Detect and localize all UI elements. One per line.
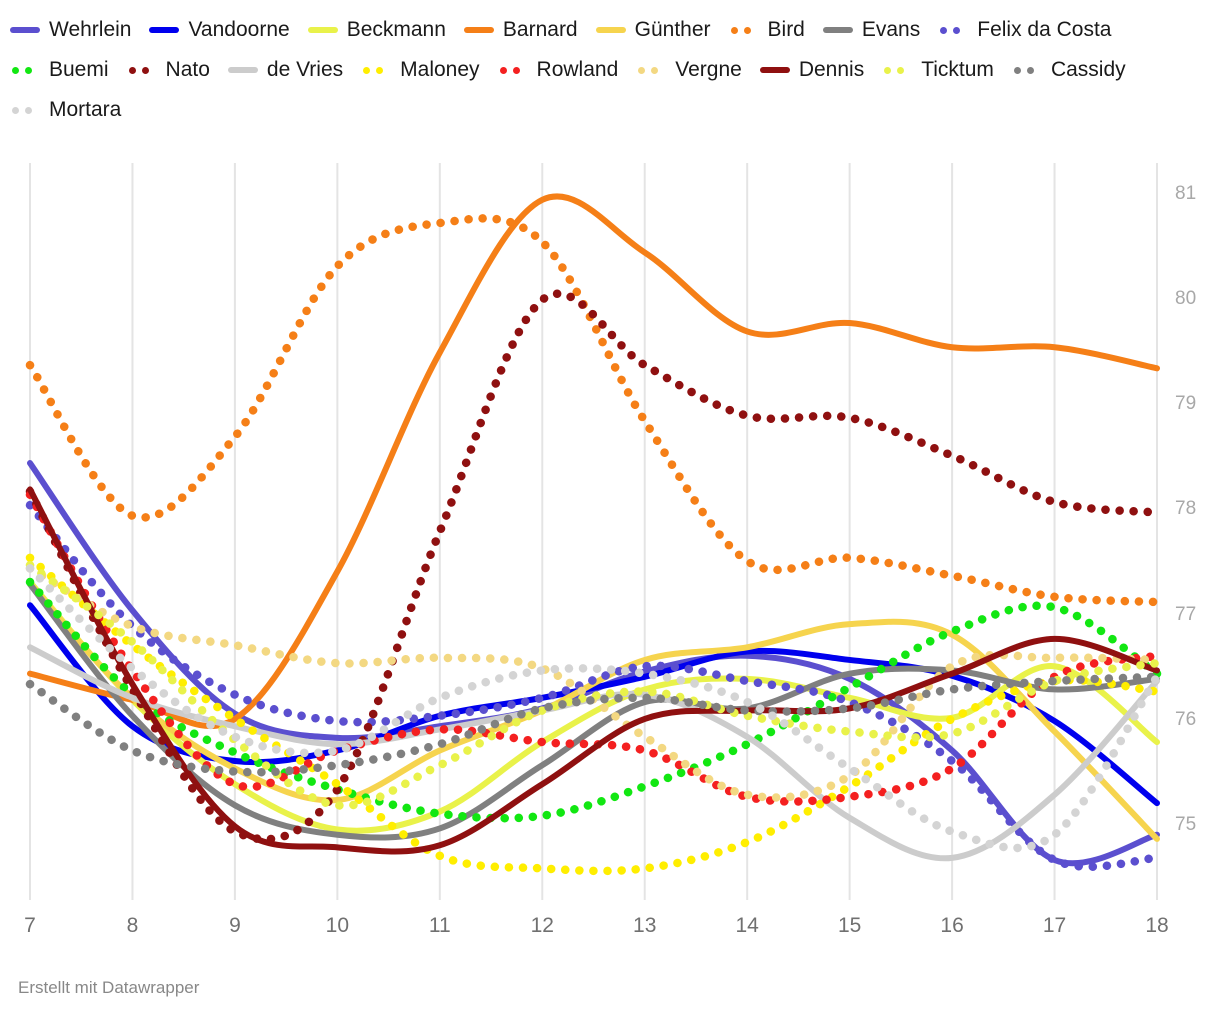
x-axis-tick-9: 9 [229, 914, 241, 937]
x-axis-tick-10: 10 [325, 914, 350, 937]
legend-item-label: Vergne [675, 58, 742, 81]
x-axis-tick-12: 12 [530, 914, 554, 937]
legend-swatch-dots-icon [498, 66, 528, 74]
legend-swatch-line-icon [10, 27, 40, 33]
legend-item-vergne[interactable]: Vergne [636, 50, 742, 90]
legend-item-vandoorne[interactable]: Vandoorne [149, 10, 290, 50]
legend-swatch-line-icon [227, 67, 258, 73]
legend-item-label: Beckmann [346, 18, 446, 41]
legend-item-beckmann[interactable]: Beckmann [307, 10, 446, 50]
legend-item-label: Dennis [798, 58, 865, 81]
chart-footer: Erstellt mit Datawrapper [18, 978, 200, 997]
x-axis-tick-16: 16 [940, 914, 964, 937]
legend-item-ticktum[interactable]: Ticktum [882, 50, 994, 90]
legend-item-label: Barnard [502, 18, 578, 41]
legend-item-nato[interactable]: Nato [127, 50, 210, 90]
legend-swatch-line-icon [149, 27, 180, 33]
legend-swatch-dots-icon [10, 66, 40, 74]
chart-svg [25, 163, 1162, 900]
legend-swatch-line-icon [307, 27, 338, 33]
y-axis-tick-79: 79 [1175, 393, 1197, 415]
x-axis-tick-8: 8 [126, 914, 139, 937]
chart-legend: Wehrlein Vandoorne Beckmann Barnard Günther B… [10, 10, 1210, 130]
series-bird-dotted-line [25, 214, 1162, 607]
legend-item-label: Rowland [536, 58, 619, 81]
legend-item-bird[interactable]: Bird [729, 10, 805, 50]
legend-item-label: Mortara [49, 98, 122, 121]
legend-item-wehrlein[interactable]: Wehrlein [10, 10, 131, 50]
x-axis-tick-7: 7 [24, 914, 36, 937]
legend-swatch-dots-icon [636, 66, 666, 74]
legend-swatch-line-icon [463, 27, 494, 33]
plot-area [0, 140, 1220, 920]
legend-item-label: Buemi [49, 58, 109, 81]
legend-item-felix-da-costa[interactable]: Felix da Costa [938, 10, 1111, 50]
legend-swatch-dots-icon [127, 66, 157, 74]
legend-item-label: Evans [861, 18, 921, 41]
x-axis-tick-11: 11 [428, 914, 451, 937]
legend-item-evans[interactable]: Evans [822, 10, 921, 50]
legend-item-mortara[interactable]: Mortara [10, 90, 121, 130]
legend-item-de-vries[interactable]: de Vries [227, 50, 344, 90]
legend-item-label: Cassidy [1050, 58, 1126, 81]
y-axis-tick-76: 76 [1175, 709, 1197, 730]
legend-swatch-dots-icon [10, 106, 40, 114]
legend-item-barnard[interactable]: Barnard [463, 10, 578, 50]
legend-item-label: Ticktum [921, 58, 994, 81]
legend-item-rowland[interactable]: Rowland [498, 50, 619, 90]
legend-item-buemi[interactable]: Buemi [10, 50, 109, 90]
legend-item-label: Felix da Costa [977, 18, 1112, 41]
legend-item-label: de Vries [266, 58, 344, 81]
series-rowland-dotted-line [25, 490, 1162, 806]
legend-item-label: Bird [767, 18, 805, 41]
legend-item-dennis[interactable]: Dennis [759, 50, 865, 90]
legend-item-label: Vandoorne [188, 18, 290, 41]
legend-item-maloney[interactable]: Maloney [361, 50, 480, 90]
legend-item-g-nther[interactable]: Günther [595, 10, 711, 50]
legend-item-label: Nato [165, 58, 210, 81]
legend-swatch-dots-icon [1012, 66, 1042, 74]
y-axis-tick-80: 80 [1175, 287, 1197, 309]
legend-swatch-dots-icon [361, 66, 391, 74]
legend-swatch-line-icon [595, 27, 626, 33]
chart-page: Wehrlein Vandoorne Beckmann Barnard Günther B… [0, 0, 1220, 1016]
legend-item-cassidy[interactable]: Cassidy [1012, 50, 1126, 90]
x-axis-tick-18: 18 [1145, 914, 1169, 937]
legend-item-label: Maloney [400, 58, 480, 81]
legend-item-label: Wehrlein [49, 18, 132, 41]
legend-swatch-dots-icon [938, 26, 968, 34]
x-axis-tick-13: 13 [633, 914, 657, 937]
x-axis-tick-14: 14 [735, 914, 759, 937]
y-axis-tick-81: 81 [1175, 182, 1197, 204]
y-axis-tick-75: 75 [1175, 814, 1197, 836]
y-axis-tick-78: 78 [1175, 498, 1197, 520]
legend-swatch-line-icon [822, 27, 853, 33]
x-axis-tick-15: 15 [837, 914, 862, 937]
legend-swatch-line-icon [759, 67, 790, 73]
x-axis-tick-17: 17 [1042, 914, 1067, 937]
legend-swatch-dots-icon [729, 26, 759, 34]
legend-swatch-dots-icon [882, 66, 912, 74]
series-barnard-line [27, 193, 1160, 730]
y-axis-tick-77: 77 [1175, 603, 1197, 625]
legend-item-label: Günther [634, 18, 711, 41]
